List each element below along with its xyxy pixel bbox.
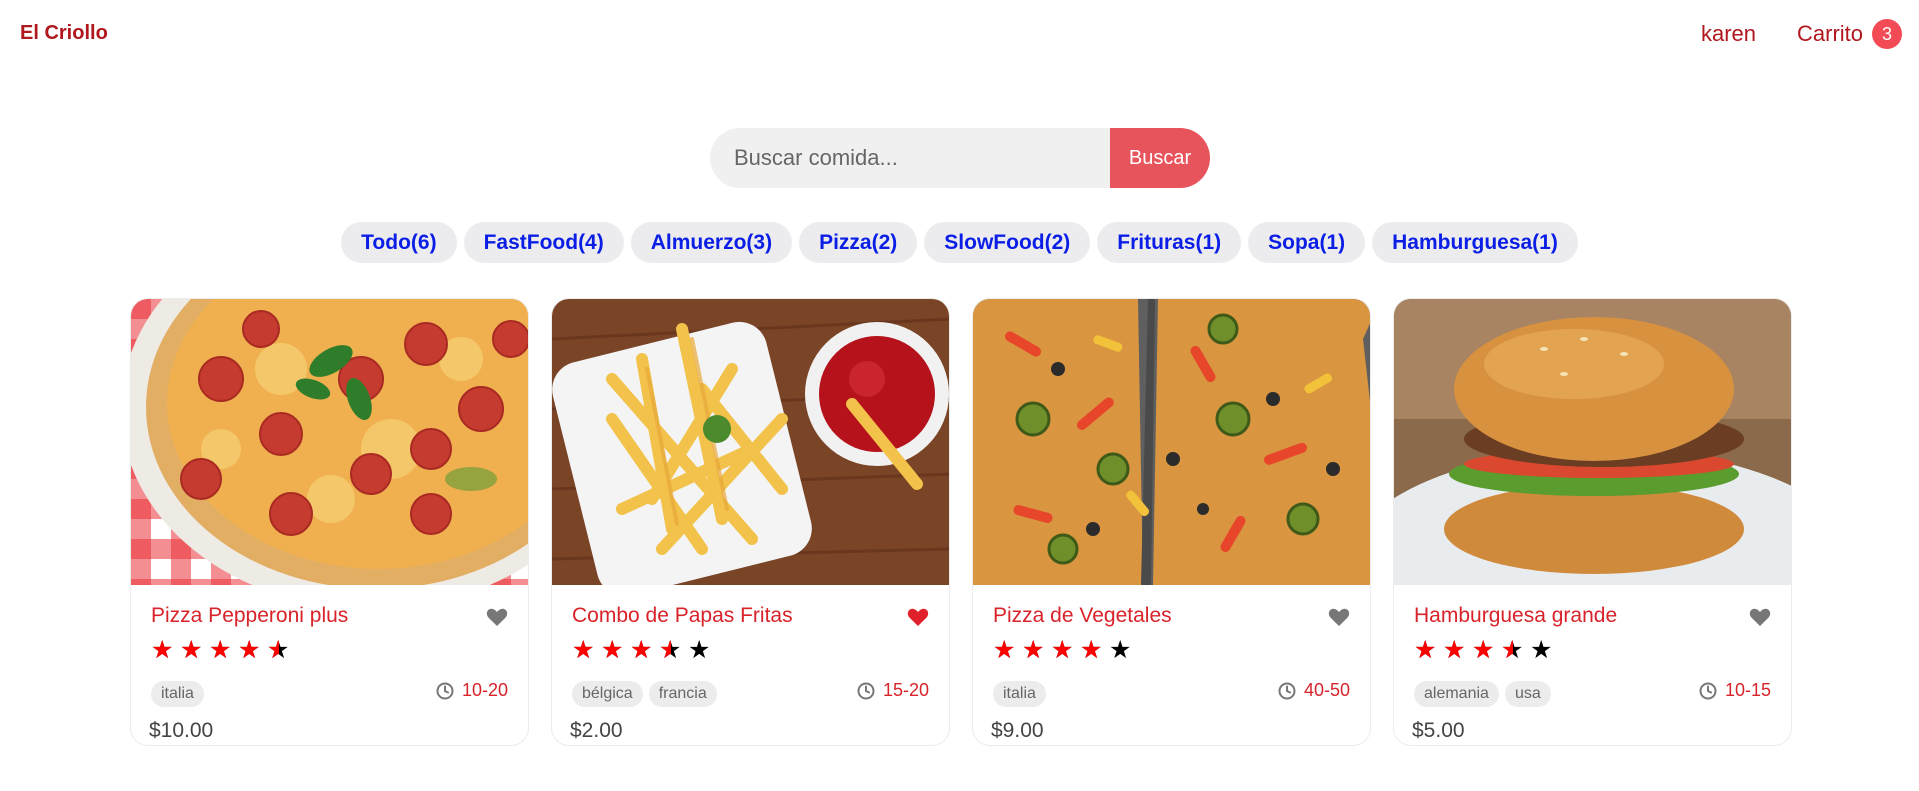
food-price: $10.00: [149, 719, 214, 742]
food-price: $2.00: [570, 719, 623, 742]
origin-tag: bélgica: [572, 681, 643, 707]
tag-filter[interactable]: Sopa(1): [1248, 222, 1366, 263]
rating-stars: ★★★★★★★★★★: [993, 637, 1133, 663]
clock-icon: [856, 681, 876, 701]
star-icon: ★★: [238, 636, 261, 664]
clock-icon: [1698, 681, 1718, 701]
origin-tags: alemania usa: [1414, 681, 1551, 707]
star-icon: ★★: [572, 636, 595, 664]
star-icon: ★★: [209, 636, 232, 664]
food-image[interactable]: [131, 299, 528, 585]
search-button[interactable]: Buscar: [1110, 128, 1210, 188]
star-icon: ★★: [601, 636, 624, 664]
star-icon: ★★: [993, 636, 1016, 664]
rating-stars: ★★★★★★★★★★: [151, 637, 291, 663]
origin-tags: italia: [993, 681, 1046, 707]
star-icon: ★★: [1080, 636, 1103, 664]
clock-icon: [1277, 681, 1297, 701]
origin-tags: bélgica francia: [572, 681, 717, 707]
cart-count-badge[interactable]: 3: [1872, 19, 1902, 49]
star-icon: ★★: [688, 636, 711, 664]
origin-tag: italia: [993, 681, 1046, 707]
food-grid: Pizza Pepperoni plus★★★★★★★★★★italia10-2…: [130, 298, 1792, 746]
tag-filter[interactable]: FastFood(4): [463, 222, 624, 263]
food-name[interactable]: Pizza Pepperoni plus: [151, 604, 348, 628]
tag-filter[interactable]: SlowFood(2): [924, 222, 1091, 263]
cook-time: 40-50: [1304, 680, 1351, 700]
favorite-heart-icon[interactable]: [1327, 605, 1351, 629]
origin-tag: francia: [648, 681, 717, 707]
star-icon: ★★: [151, 636, 174, 664]
favorite-heart-icon[interactable]: [1748, 605, 1772, 629]
star-icon: ★★: [180, 636, 203, 664]
star-icon: ★★: [1414, 636, 1437, 664]
food-card[interactable]: Hamburguesa grande★★★★★★★★★★alemaniausa1…: [1393, 298, 1792, 746]
food-card[interactable]: Pizza de Vegetales★★★★★★★★★★italia40-50$…: [972, 298, 1371, 746]
star-icon: ★★: [1109, 636, 1132, 664]
food-image[interactable]: [552, 299, 949, 585]
tag-filter[interactable]: Hamburguesa(1): [1372, 222, 1578, 263]
cook-time: 15-20: [883, 680, 930, 700]
star-icon: ★★: [1443, 636, 1466, 664]
rating-stars: ★★★★★★★★★★: [572, 637, 712, 663]
tag-filter[interactable]: Pizza(2): [799, 222, 918, 263]
origin-tag: usa: [1504, 681, 1551, 707]
food-image[interactable]: [1394, 299, 1791, 585]
food-price: $9.00: [991, 719, 1044, 742]
rating-stars: ★★★★★★★★★★: [1414, 637, 1554, 663]
cook-time: 10-15: [1725, 680, 1772, 700]
food-image[interactable]: [973, 299, 1370, 585]
star-icon: ★★: [630, 636, 653, 664]
clock-icon: [435, 681, 455, 701]
header: El Criollo karen Carrito 3: [0, 0, 1919, 66]
cook-time: 10-20: [462, 680, 509, 700]
tag-filter[interactable]: Frituras(1): [1097, 222, 1242, 263]
favorite-heart-icon[interactable]: [485, 605, 509, 629]
star-icon: ★★: [1472, 636, 1495, 664]
food-price: $5.00: [1412, 719, 1465, 742]
tag-filter[interactable]: Almuerzo(3): [630, 222, 793, 263]
origin-tags: italia: [151, 681, 204, 707]
tag-filter-bar: Todo(6) FastFood(4) Almuerzo(3) Pizza(2) Slo…: [0, 222, 1919, 263]
logo[interactable]: El Criollo: [20, 22, 108, 45]
food-name[interactable]: Hamburguesa grande: [1414, 604, 1617, 628]
star-icon: ★★: [267, 636, 290, 664]
favorite-heart-icon[interactable]: [906, 605, 930, 629]
tag-filter[interactable]: Todo(6): [341, 222, 457, 263]
user-link[interactable]: karen: [1701, 21, 1756, 47]
cart-link[interactable]: Carrito: [1797, 21, 1863, 47]
food-card[interactable]: Pizza Pepperoni plus★★★★★★★★★★italia10-2…: [130, 298, 529, 746]
origin-tag: alemania: [1414, 681, 1499, 707]
star-icon: ★★: [659, 636, 682, 664]
search-bar: Buscar: [710, 128, 1210, 188]
star-icon: ★★: [1022, 636, 1045, 664]
star-icon: ★★: [1501, 636, 1524, 664]
star-icon: ★★: [1051, 636, 1074, 664]
food-name[interactable]: Pizza de Vegetales: [993, 604, 1172, 628]
origin-tag: italia: [151, 681, 204, 707]
food-card[interactable]: Combo de Papas Fritas★★★★★★★★★★bélgicafr…: [551, 298, 950, 746]
search-input[interactable]: [710, 128, 1110, 188]
star-icon: ★★: [1530, 636, 1553, 664]
food-name[interactable]: Combo de Papas Fritas: [572, 604, 793, 628]
